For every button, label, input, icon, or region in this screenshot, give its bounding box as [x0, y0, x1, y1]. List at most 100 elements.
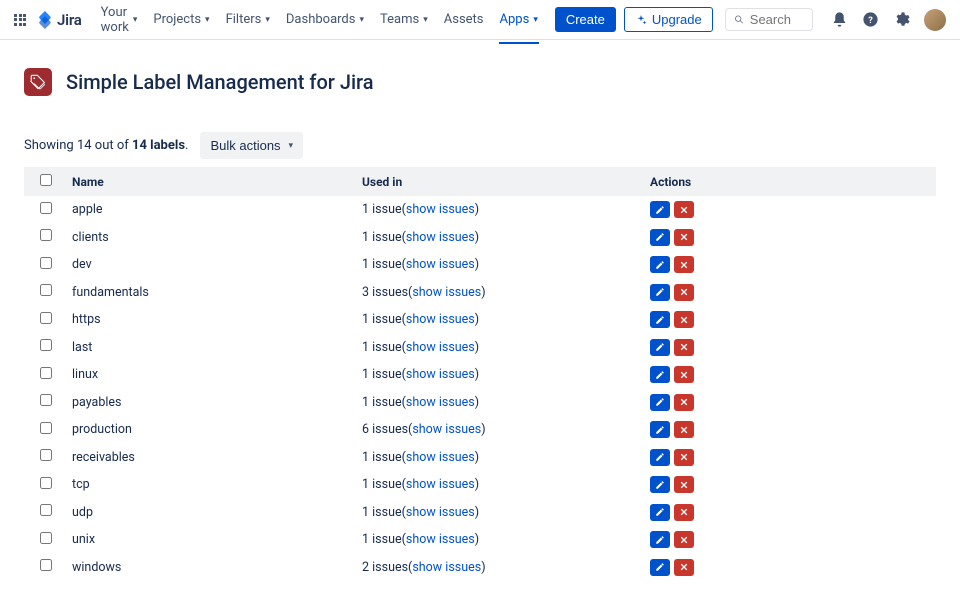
bulk-actions-button[interactable]: Bulk actions ▾ — [200, 132, 303, 159]
actions-cell — [642, 444, 936, 472]
nav-item-label: Filters — [226, 12, 262, 27]
row-checkbox[interactable] — [40, 477, 52, 489]
nav-item-teams[interactable]: Teams▾ — [373, 6, 435, 33]
search-box[interactable] — [725, 8, 813, 31]
actions-cell — [642, 279, 936, 307]
delete-button[interactable] — [674, 449, 694, 466]
label-name: receivables — [64, 444, 354, 472]
used-in: 2 issues(show issues) — [354, 554, 642, 582]
show-issues-link[interactable]: show issues — [406, 505, 475, 520]
row-checkbox[interactable] — [40, 257, 52, 269]
delete-button[interactable] — [674, 504, 694, 521]
row-checkbox[interactable] — [40, 367, 52, 379]
help-icon[interactable]: ? — [862, 11, 879, 28]
used-in: 1 issue(show issues) — [354, 306, 642, 334]
notifications-icon[interactable] — [831, 11, 848, 28]
edit-button[interactable] — [650, 421, 670, 438]
edit-button[interactable] — [650, 256, 670, 273]
delete-button[interactable] — [674, 339, 694, 356]
edit-button[interactable] — [650, 284, 670, 301]
row-checkbox[interactable] — [40, 229, 52, 241]
show-issues-link[interactable]: show issues — [412, 560, 481, 575]
show-issues-link[interactable]: show issues — [406, 202, 475, 217]
svg-text:?: ? — [868, 15, 873, 26]
delete-button[interactable] — [674, 256, 694, 273]
upgrade-button[interactable]: Upgrade — [624, 7, 713, 32]
settings-icon[interactable] — [893, 11, 910, 28]
edit-button[interactable] — [650, 201, 670, 218]
delete-button[interactable] — [674, 284, 694, 301]
chevron-down-icon: ▾ — [359, 15, 364, 25]
edit-button[interactable] — [650, 339, 670, 356]
show-issues-link[interactable]: show issues — [412, 285, 481, 300]
select-all-checkbox[interactable] — [40, 174, 52, 186]
avatar[interactable] — [924, 9, 946, 31]
delete-button[interactable] — [674, 476, 694, 493]
edit-button[interactable] — [650, 559, 670, 576]
nav-item-projects[interactable]: Projects▾ — [146, 6, 216, 33]
app-switcher-icon[interactable] — [14, 14, 26, 26]
jira-mark-icon — [36, 11, 54, 29]
used-in: 1 issue(show issues) — [354, 334, 642, 362]
show-issues-link[interactable]: show issues — [406, 395, 475, 410]
jira-logo[interactable]: Jira — [36, 11, 82, 29]
nav-item-dashboards[interactable]: Dashboards▾ — [279, 6, 371, 33]
show-issues-link[interactable]: show issues — [406, 340, 475, 355]
table-row: last1 issue(show issues) — [24, 334, 936, 362]
show-issues-link[interactable]: show issues — [406, 450, 475, 465]
row-checkbox[interactable] — [40, 449, 52, 461]
show-issues-link[interactable]: show issues — [406, 257, 475, 272]
row-checkbox[interactable] — [40, 394, 52, 406]
label-name: windows — [64, 554, 354, 582]
edit-button[interactable] — [650, 366, 670, 383]
nav-item-apps[interactable]: Apps▾ — [493, 6, 545, 33]
nav-item-your-work[interactable]: Your work▾ — [94, 0, 145, 41]
actions-cell — [642, 471, 936, 499]
delete-button[interactable] — [674, 366, 694, 383]
row-checkbox[interactable] — [40, 559, 52, 571]
delete-button[interactable] — [674, 531, 694, 548]
show-issues-link[interactable]: show issues — [406, 230, 475, 245]
row-checkbox[interactable] — [40, 202, 52, 214]
delete-button[interactable] — [674, 394, 694, 411]
search-input[interactable] — [750, 12, 804, 27]
row-checkbox[interactable] — [40, 422, 52, 434]
nav-item-filters[interactable]: Filters▾ — [219, 6, 277, 33]
edit-button[interactable] — [650, 229, 670, 246]
table-row: windows2 issues(show issues) — [24, 554, 936, 582]
edit-button[interactable] — [650, 531, 670, 548]
sparkle-icon — [635, 14, 647, 26]
row-checkbox[interactable] — [40, 284, 52, 296]
row-checkbox[interactable] — [40, 532, 52, 544]
actions-cell — [642, 334, 936, 362]
edit-button[interactable] — [650, 504, 670, 521]
show-issues-link[interactable]: show issues — [412, 422, 481, 437]
show-issues-link[interactable]: show issues — [406, 532, 475, 547]
search-icon — [734, 13, 744, 26]
delete-button[interactable] — [674, 201, 694, 218]
nav-item-assets[interactable]: Assets — [437, 6, 491, 33]
used-in: 1 issue(show issues) — [354, 499, 642, 527]
delete-button[interactable] — [674, 311, 694, 328]
delete-button[interactable] — [674, 229, 694, 246]
actions-cell — [642, 361, 936, 389]
col-name: Name — [64, 167, 354, 196]
used-in: 1 issue(show issues) — [354, 361, 642, 389]
edit-button[interactable] — [650, 476, 670, 493]
row-checkbox[interactable] — [40, 339, 52, 351]
edit-button[interactable] — [650, 449, 670, 466]
row-checkbox[interactable] — [40, 504, 52, 516]
show-issues-link[interactable]: show issues — [406, 367, 475, 382]
row-checkbox[interactable] — [40, 312, 52, 324]
create-button[interactable]: Create — [555, 7, 616, 32]
actions-cell — [642, 499, 936, 527]
show-issues-link[interactable]: show issues — [406, 477, 475, 492]
page: Simple Label Management for Jira Showing… — [0, 40, 960, 601]
edit-button[interactable] — [650, 394, 670, 411]
nav-items: Your work▾Projects▾Filters▾Dashboards▾Te… — [94, 0, 545, 41]
edit-button[interactable] — [650, 311, 670, 328]
app-icon — [24, 68, 52, 96]
delete-button[interactable] — [674, 421, 694, 438]
delete-button[interactable] — [674, 559, 694, 576]
show-issues-link[interactable]: show issues — [406, 312, 475, 327]
